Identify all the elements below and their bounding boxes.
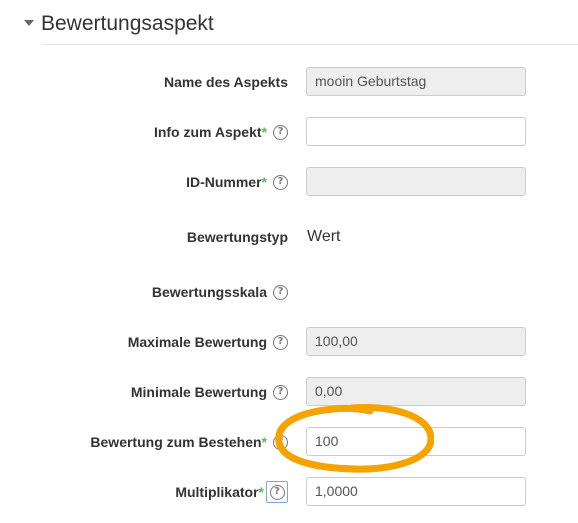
grademax-field: 100,00 (306, 327, 526, 356)
help-icon[interactable]: ? (273, 284, 288, 300)
required-asterisk: * (261, 174, 267, 190)
form-row-grademin: Minimale Bewertung ? 0,00 (0, 375, 578, 409)
name-field: mooin Geburtstag (306, 67, 526, 96)
label-area: Info zum Aspekt * ? (154, 115, 288, 149)
label-area: Name des Aspekts (164, 65, 288, 99)
help-icon[interactable]: ? (273, 334, 288, 350)
required-asterisk: * (258, 484, 264, 500)
section-header[interactable]: Bewertungsaspekt (24, 10, 578, 45)
form-row-scale: Bewertungsskala ? (0, 275, 578, 309)
label-area: Maximale Bewertung ? (128, 325, 288, 359)
field-label: Maximale Bewertung (127, 334, 267, 350)
label-area: ID-Nummer * ? (186, 165, 288, 199)
section-title: Bewertungsaspekt (41, 12, 214, 35)
help-focus-box[interactable]: ? (266, 481, 288, 503)
required-asterisk: * (261, 434, 267, 450)
field-label: ID-Nummer (186, 174, 262, 190)
help-icon[interactable]: ? (273, 384, 288, 400)
label-area: Bewertungsskala ? (152, 275, 288, 309)
form-row-info: Info zum Aspekt * ? (0, 115, 578, 149)
gradepass-field[interactable]: 100 (306, 427, 526, 456)
help-icon[interactable]: ? (273, 434, 288, 450)
form-row-grademax: Maximale Bewertung ? 100,00 (0, 325, 578, 359)
label-area: Bewertung zum Bestehen * ? (90, 425, 288, 459)
multiplicator-field[interactable]: 1,0000 (306, 477, 526, 506)
field-label: Name des Aspekts (164, 74, 288, 90)
form-row-gradetype: Bewertungstyp Wert (0, 220, 578, 254)
field-label: Info zum Aspekt (153, 124, 262, 140)
form-row-name: Name des Aspekts mooin Geburtstag (0, 65, 578, 99)
form-row-gradepass: Bewertung zum Bestehen * ? 100 (0, 425, 578, 459)
field-label: Bewertung zum Bestehen (90, 434, 262, 450)
section-divider (42, 44, 578, 45)
help-icon[interactable]: ? (269, 484, 285, 500)
help-icon[interactable]: ? (273, 174, 288, 190)
label-area: Multiplikator * ? (175, 475, 288, 509)
field-label: Bewertungstyp (186, 229, 288, 245)
help-icon[interactable]: ? (273, 124, 288, 140)
field-label: Multiplikator (175, 484, 259, 500)
form-row-multiplicator: Multiplikator * ? 1,0000 (0, 475, 578, 509)
info-field[interactable] (306, 117, 526, 146)
grademin-field: 0,00 (306, 377, 526, 406)
required-asterisk: * (261, 124, 267, 140)
form-row-idnumber: ID-Nummer * ? (0, 165, 578, 199)
field-label: Minimale Bewertung (130, 384, 267, 400)
idnumber-field (306, 167, 526, 196)
collapse-triangle-icon[interactable] (24, 20, 34, 26)
label-area: Minimale Bewertung ? (131, 375, 288, 409)
label-area: Bewertungstyp (187, 220, 288, 254)
gradetype-value: Wert (307, 228, 341, 245)
field-label: Bewertungsskala (151, 284, 267, 300)
